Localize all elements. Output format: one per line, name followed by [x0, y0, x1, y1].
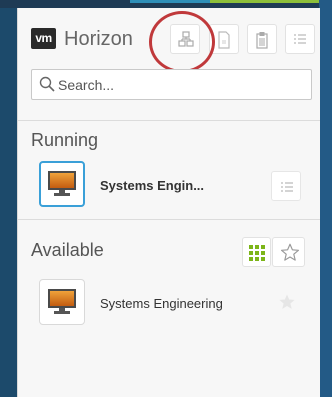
menu-button[interactable]: [285, 24, 315, 54]
running-desktop-menu-button[interactable]: [271, 171, 301, 201]
star-outline-icon: [280, 243, 300, 261]
horizon-launcher-panel: vm Horizon Search... Running Systems Eng…: [17, 8, 320, 397]
clipboard-icon: [256, 32, 268, 49]
grid-view-button[interactable]: [242, 237, 271, 267]
top-strip-blue: [130, 0, 210, 3]
search-input[interactable]: [58, 74, 298, 95]
highlight-annotation-circle: [149, 11, 215, 73]
favorite-star-icon[interactable]: [279, 294, 295, 310]
section-divider: [18, 219, 320, 220]
desktop-edge: [319, 0, 332, 397]
available-desktop-thumbnail[interactable]: [39, 279, 85, 325]
app-title: Horizon: [64, 28, 133, 50]
vmware-logo: vm: [31, 28, 56, 49]
clipboard-button[interactable]: [247, 24, 277, 54]
grid-icon: [249, 245, 265, 261]
header-divider: [18, 120, 320, 121]
available-desktop-label[interactable]: Systems Engineering: [100, 296, 223, 311]
panel-header: vm Horizon: [18, 8, 320, 120]
desktop-monitor-icon: [48, 171, 76, 196]
list-icon: [294, 34, 306, 44]
favorites-view-button[interactable]: [272, 237, 305, 267]
search-icon: [39, 76, 55, 92]
available-section-title: Available: [31, 240, 104, 260]
running-desktop-label[interactable]: Systems Engin...: [100, 178, 204, 193]
list-icon: [281, 182, 293, 192]
desktop-monitor-icon: [48, 289, 76, 314]
running-desktop-thumbnail[interactable]: [39, 161, 85, 207]
document-icon: [218, 31, 230, 49]
search-box[interactable]: [31, 69, 312, 100]
top-strip-green: [210, 0, 320, 3]
running-section-title: Running: [31, 130, 99, 150]
top-strip: [0, 0, 332, 8]
